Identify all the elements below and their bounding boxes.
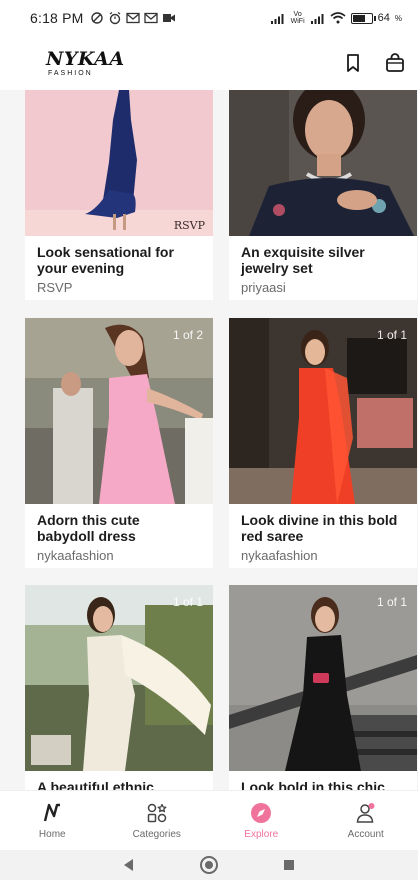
- nykaa-fashion-logo[interactable]: NYKAA FASHION: [46, 47, 125, 77]
- battery-icon: [350, 12, 376, 24]
- back-icon[interactable]: [122, 858, 136, 872]
- compass-icon: [251, 802, 272, 823]
- feed-card[interactable]: 1 of 1 Look bold in this chic: [229, 585, 417, 790]
- gmail-icon: [143, 12, 158, 24]
- nav-explore-label: Explore: [244, 828, 279, 840]
- recents-icon[interactable]: [282, 858, 296, 872]
- battery-percent: 64: [377, 12, 390, 24]
- card-image[interactable]: 1 of 1: [229, 318, 417, 504]
- logo-line1: NYKAA: [46, 47, 125, 70]
- account-icon: [356, 802, 375, 823]
- nav-account-label: Account: [347, 828, 384, 840]
- home-circle-icon[interactable]: [199, 855, 219, 875]
- alarm-icon: [109, 12, 120, 25]
- card-caption: Adorn this cute babydoll dress: [37, 512, 140, 544]
- wifi-icon: [330, 12, 346, 24]
- card-source[interactable]: nykaafashion: [229, 544, 417, 563]
- image-counter: 1 of 2: [172, 328, 203, 342]
- card-caption: A beautiful ethnic: [37, 779, 154, 790]
- card-source[interactable]: nykaafashion: [25, 544, 213, 563]
- card-caption: An exquisite silver jewelry set: [241, 244, 365, 276]
- nav-categories[interactable]: Categories: [117, 802, 197, 840]
- status-bar: 6:18 PM Vo WiFi 64%: [0, 0, 418, 36]
- jewelry-photo: [229, 90, 417, 236]
- nykaa-n-icon: [44, 803, 61, 821]
- dress-photo: [25, 90, 213, 236]
- card-source[interactable]: RSVP: [25, 276, 213, 295]
- rsvp-watermark: RSVP: [173, 219, 205, 232]
- logo-line2: FASHION: [48, 69, 93, 77]
- nav-explore[interactable]: Explore: [221, 802, 301, 840]
- nav-account[interactable]: Account: [326, 802, 406, 840]
- black-outfit-photo: [229, 585, 417, 771]
- bottom-navigation: Home Categories Explore Account: [0, 790, 418, 850]
- card-image[interactable]: [229, 90, 417, 236]
- system-navigation-bar: [0, 850, 418, 880]
- card-image[interactable]: 1 of 1: [229, 585, 417, 771]
- card-caption: Look bold in this chic: [241, 779, 385, 790]
- nav-home[interactable]: Home: [12, 802, 92, 840]
- babydoll-dress-photo: [25, 318, 213, 504]
- card-source[interactable]: priyaasi: [229, 276, 417, 295]
- card-image[interactable]: 1 of 1: [25, 585, 213, 771]
- signal-icon: [310, 13, 324, 24]
- shopping-bag-icon[interactable]: [384, 52, 406, 74]
- app-header: NYKAA FASHION: [0, 36, 418, 90]
- vowifi-label: Vo WiFi: [290, 11, 305, 25]
- image-counter: 1 of 1: [376, 595, 407, 609]
- nav-categories-label: Categories: [132, 828, 181, 840]
- red-saree-photo: [229, 318, 417, 504]
- categories-grid-icon: [147, 803, 167, 822]
- feed-card[interactable]: 1 of 1 Look divine in this bold red sare…: [229, 318, 417, 568]
- image-counter: 1 of 1: [376, 328, 407, 342]
- ethnic-outfit-photo: [25, 585, 213, 771]
- data-saver-icon: [90, 12, 103, 24]
- status-time: 6:18 PM: [30, 10, 84, 26]
- feed-card[interactable]: 1 of 2 Adorn this cute babydoll dress ny…: [25, 318, 213, 568]
- card-caption: Look sensational for your evening: [37, 244, 174, 276]
- nav-home-label: Home: [38, 828, 66, 840]
- card-caption: Look divine in this bold red saree: [241, 512, 398, 544]
- video-icon: [162, 14, 175, 22]
- explore-feed[interactable]: RSVP Look sensational for your evening R…: [0, 90, 418, 790]
- card-image[interactable]: 1 of 2: [25, 318, 213, 504]
- feed-card[interactable]: 1 of 1 A beautiful ethnic: [25, 585, 213, 790]
- image-counter: 1 of 1: [172, 595, 203, 609]
- gmail-icon: [125, 12, 140, 24]
- feed-card[interactable]: An exquisite silver jewelry set priyaasi: [229, 90, 417, 300]
- bookmark-icon[interactable]: [342, 52, 364, 74]
- signal-icon: [270, 13, 284, 24]
- feed-card[interactable]: RSVP Look sensational for your evening R…: [25, 90, 213, 300]
- card-image[interactable]: RSVP: [25, 90, 213, 236]
